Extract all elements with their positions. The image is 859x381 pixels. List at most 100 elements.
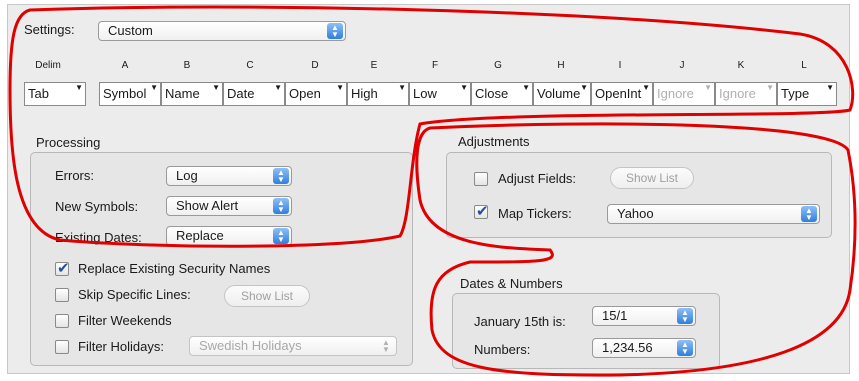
column-select-g[interactable]: Close ▼: [471, 82, 533, 106]
column-select-l[interactable]: Type ▼: [777, 82, 837, 106]
column-value: Tab: [28, 86, 49, 101]
column-header: K: [737, 60, 745, 71]
january-label: January 15th is:: [474, 314, 566, 329]
january-value: 15/1: [602, 308, 628, 323]
adjust-fields-show-list-button[interactable]: Show List: [610, 167, 694, 189]
errors-popup[interactable]: Log ▲ ▼: [166, 166, 292, 186]
column-select-h[interactable]: Volume ▼: [533, 82, 591, 106]
adjust-fields-checkbox[interactable]: [474, 172, 488, 186]
errors-value: Log: [176, 168, 198, 183]
january-popup[interactable]: 15/1 ▲ ▼: [592, 306, 696, 326]
existing-dates-value: Replace: [176, 228, 224, 243]
popup-arrows-icon: ▲ ▼: [273, 168, 289, 184]
column-header: E: [370, 60, 378, 71]
popup-arrows-icon: ▲ ▼: [273, 228, 289, 244]
column-select-i[interactable]: OpenInt ▼: [591, 82, 653, 106]
dropdown-triangle-icon: ▼: [826, 83, 834, 92]
existing-dates-popup[interactable]: Replace ▲ ▼: [166, 226, 292, 246]
existing-dates-label: Existing Dates:: [55, 230, 142, 245]
map-tickers-label: Map Tickers:: [498, 206, 572, 221]
dropdown-triangle-icon: ▼: [150, 83, 158, 92]
column-value: Close: [475, 86, 509, 101]
column-header: C: [246, 60, 254, 71]
processing-title: Processing: [36, 135, 101, 150]
filter-holidays-checkbox[interactable]: [55, 340, 69, 354]
settings-value: Custom: [108, 23, 153, 38]
replace-names-label: Replace Existing Security Names: [78, 261, 271, 276]
holidays-popup[interactable]: Swedish Holidays ▲ ▼: [189, 336, 397, 356]
column-select-b[interactable]: Name ▼: [161, 82, 223, 106]
numbers-popup[interactable]: 1,234.56 ▲ ▼: [592, 338, 696, 358]
column-header: Delim: [35, 60, 61, 71]
column-select-j[interactable]: Ignore ▼: [653, 82, 715, 106]
replace-names-checkbox[interactable]: [55, 259, 70, 277]
filter-weekends-label: Filter Weekends: [78, 313, 172, 328]
dropdown-triangle-icon: ▼: [522, 83, 530, 92]
filter-weekends-checkbox[interactable]: [55, 314, 69, 328]
new-symbols-value: Show Alert: [176, 198, 239, 213]
popup-arrows-icon: ▲ ▼: [677, 308, 693, 324]
column-value: Name: [165, 86, 200, 101]
errors-label: Errors:: [55, 168, 94, 183]
numbers-value: 1,234.56: [602, 340, 653, 355]
column-header: G: [494, 60, 502, 71]
skip-lines-label: Skip Specific Lines:: [78, 287, 191, 302]
dropdown-triangle-icon: ▼: [336, 83, 344, 92]
popup-arrows-icon: ▲ ▼: [273, 198, 289, 214]
dropdown-triangle-icon: ▼: [642, 83, 650, 92]
skip-lines-checkbox[interactable]: [55, 288, 69, 302]
column-header: L: [801, 60, 807, 71]
holidays-value: Swedish Holidays: [199, 338, 302, 353]
column-header: H: [557, 60, 565, 71]
column-value: Low: [413, 86, 437, 101]
column-value: Date: [227, 86, 255, 101]
settings-popup[interactable]: Custom ▲ ▼: [98, 21, 346, 41]
settings-label: Settings:: [24, 22, 75, 37]
column-select-a[interactable]: Symbol ▼: [99, 82, 161, 106]
dropdown-triangle-icon: ▼: [212, 83, 220, 92]
dates-numbers-title: Dates & Numbers: [460, 276, 563, 291]
dropdown-triangle-icon: ▼: [580, 83, 588, 92]
dropdown-triangle-icon: ▼: [704, 83, 712, 92]
adjustments-group: [446, 152, 832, 238]
skip-lines-show-list-button[interactable]: Show List: [224, 285, 310, 307]
dropdown-triangle-icon: ▼: [398, 83, 406, 92]
numbers-label: Numbers:: [474, 342, 531, 357]
column-select-e[interactable]: High ▼: [347, 82, 409, 106]
column-select-f[interactable]: Low ▼: [409, 82, 471, 106]
new-symbols-label: New Symbols:: [55, 199, 139, 214]
dropdown-triangle-icon: ▼: [274, 83, 282, 92]
column-select-delim[interactable]: Tab ▼: [24, 82, 86, 106]
column-value: Volume: [537, 86, 581, 101]
column-header: F: [431, 60, 439, 71]
column-header: D: [311, 60, 319, 71]
column-header: I: [618, 60, 622, 71]
map-tickers-popup[interactable]: Yahoo ▲ ▼: [607, 204, 820, 224]
filter-holidays-label: Filter Holidays:: [78, 339, 164, 354]
dropdown-triangle-icon: ▼: [766, 83, 774, 92]
map-tickers-checkbox[interactable]: [474, 202, 489, 220]
popup-arrows-icon: ▲ ▼: [677, 340, 693, 356]
column-select-c[interactable]: Date ▼: [223, 82, 285, 106]
map-tickers-value: Yahoo: [617, 206, 654, 221]
dropdown-triangle-icon: ▼: [460, 83, 468, 92]
popup-arrows-icon: ▲ ▼: [801, 206, 817, 222]
column-value: Open: [289, 86, 321, 101]
column-value: Ignore: [719, 86, 756, 101]
dropdown-triangle-icon: ▼: [75, 83, 83, 92]
column-value: OpenInt: [595, 86, 642, 101]
new-symbols-popup[interactable]: Show Alert ▲ ▼: [166, 196, 292, 216]
column-value: High: [351, 86, 378, 101]
column-value: Ignore: [657, 86, 694, 101]
column-header: A: [121, 60, 129, 71]
popup-arrows-icon: ▲ ▼: [382, 338, 390, 354]
column-value: Type: [781, 86, 810, 101]
column-value: Symbol: [103, 86, 147, 101]
column-header: J: [679, 60, 685, 71]
column-header: B: [183, 60, 191, 71]
popup-arrows-icon: ▲ ▼: [327, 23, 343, 39]
adjustments-title: Adjustments: [458, 134, 530, 149]
column-select-k[interactable]: Ignore ▼: [715, 82, 777, 106]
column-select-d[interactable]: Open ▼: [285, 82, 347, 106]
adjust-fields-label: Adjust Fields:: [498, 171, 577, 186]
